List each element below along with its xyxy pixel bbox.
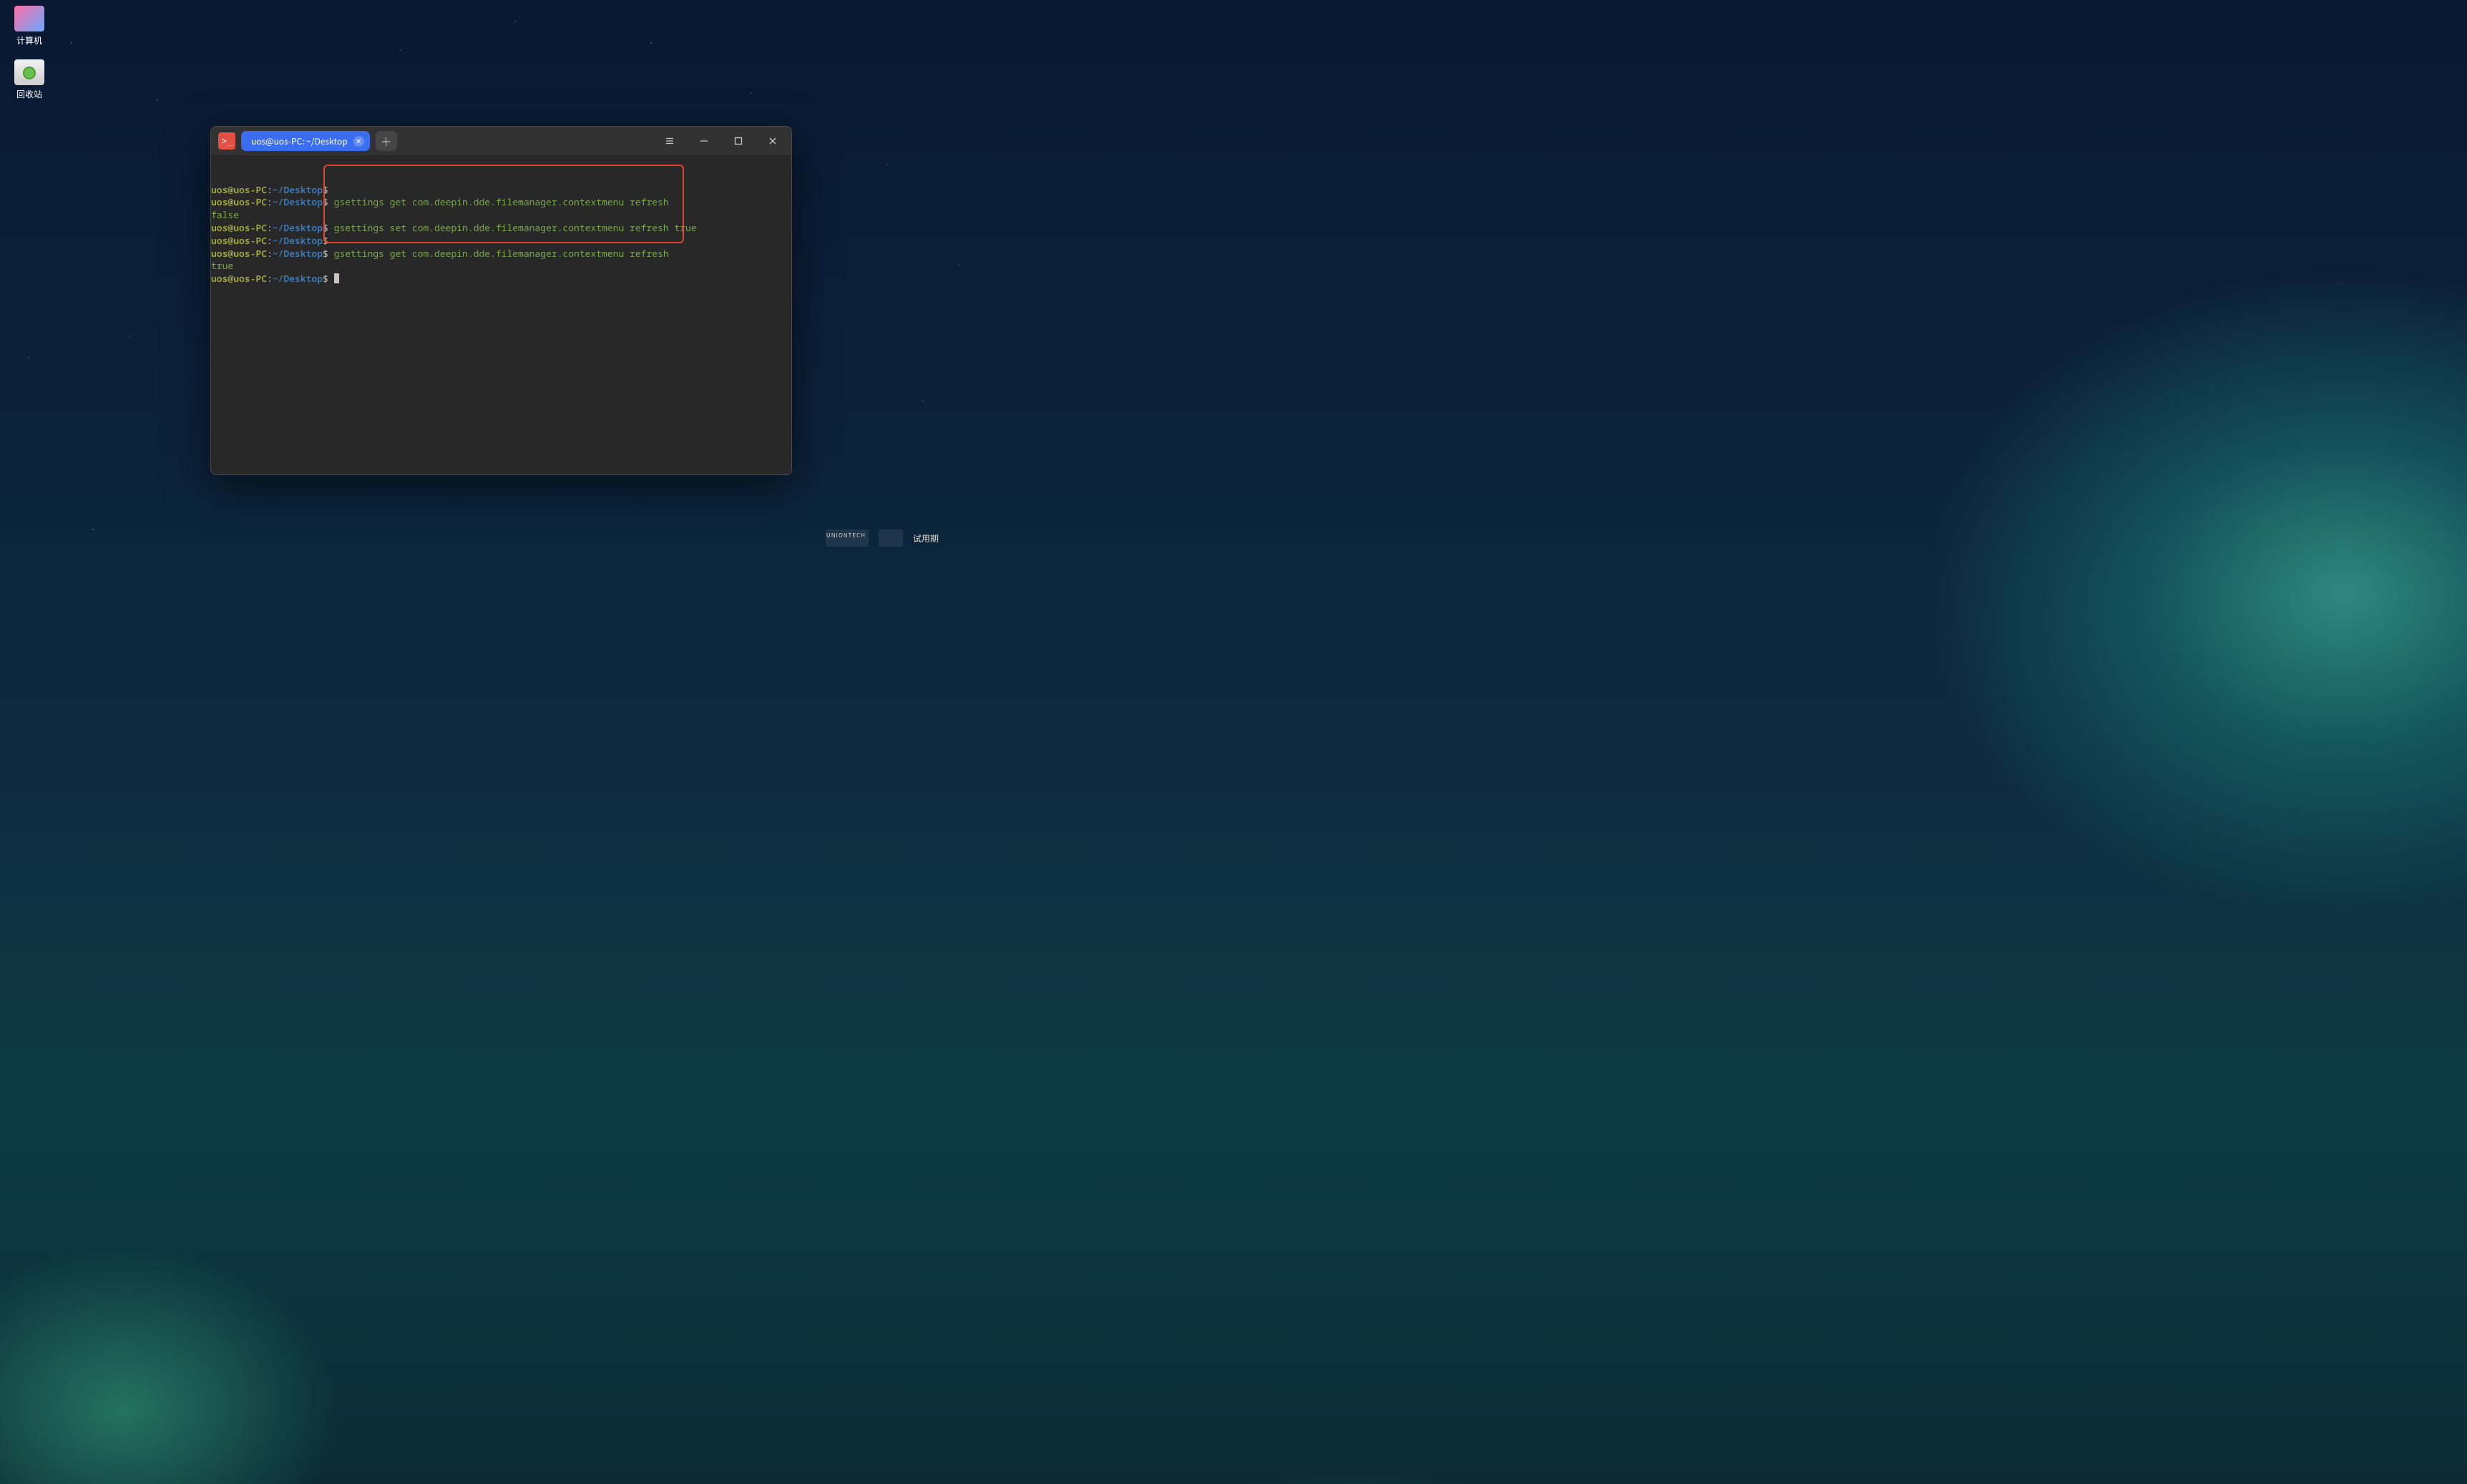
maximize-icon — [733, 136, 743, 146]
minimize-icon — [699, 136, 709, 146]
close-button[interactable] — [758, 127, 787, 155]
minimize-button[interactable] — [690, 127, 718, 155]
menu-button[interactable] — [655, 127, 684, 155]
terminal-app-icon: >_ — [218, 132, 235, 150]
titlebar[interactable]: >_ uos@uos-PC: ~/Desktop ✕ ＋ — [211, 127, 791, 155]
watermark-brand: UNIONTECH — [826, 532, 866, 540]
terminal-output: true — [211, 259, 233, 272]
watermark: UNIONTECH 试用期 — [826, 529, 939, 547]
terminal-command: gsettings set com.deepin.dde.filemanager… — [334, 221, 697, 234]
terminal-tab[interactable]: uos@uos-PC: ~/Desktop ✕ — [241, 131, 370, 151]
hamburger-icon — [665, 136, 675, 146]
terminal-line: uos@uos-PC:~/Desktop$ — [211, 273, 788, 285]
terminal-line: uos@uos-PC:~/Desktop$ gsettings get com.… — [211, 196, 788, 209]
watermark-logo-secondary — [879, 529, 903, 547]
desktop-icon-computer[interactable]: 计算机 — [10, 6, 49, 47]
trash-icon — [14, 59, 44, 85]
desktop-icon-trash[interactable]: 回收站 — [10, 59, 49, 100]
desktop-icons: 计算机 回收站 — [10, 6, 49, 100]
terminal-line: uos@uos-PC:~/Desktop$ gsettings get com.… — [211, 248, 788, 260]
close-icon — [768, 136, 778, 146]
computer-icon — [14, 6, 44, 31]
tab-title: uos@uos-PC: ~/Desktop — [251, 135, 348, 147]
terminal-command: gsettings get com.deepin.dde.filemanager… — [334, 247, 669, 260]
tab-close-button[interactable]: ✕ — [353, 136, 364, 147]
watermark-logo: UNIONTECH — [826, 529, 869, 547]
terminal-command: gsettings get com.deepin.dde.filemanager… — [334, 195, 669, 208]
terminal-cursor — [334, 273, 339, 283]
terminal-line: uos@uos-PC:~/Desktop$ — [211, 184, 788, 197]
terminal-line: true — [211, 260, 788, 273]
terminal-body[interactable]: uos@uos-PC:~/Desktop$ uos@uos-PC:~/Deskt… — [211, 155, 791, 474]
desktop-icon-label: 回收站 — [16, 88, 42, 100]
desktop-icon-label: 计算机 — [16, 34, 42, 47]
terminal-line: uos@uos-PC:~/Desktop$ — [211, 235, 788, 248]
maximize-button[interactable] — [724, 127, 753, 155]
terminal-line: false — [211, 209, 788, 222]
terminal-window: >_ uos@uos-PC: ~/Desktop ✕ ＋ uos@uos-PC:… — [210, 126, 792, 475]
terminal-output: false — [211, 208, 239, 221]
watermark-trial-label: 试用期 — [913, 532, 939, 545]
terminal-line: uos@uos-PC:~/Desktop$ gsettings set com.… — [211, 222, 788, 235]
new-tab-button[interactable]: ＋ — [376, 131, 397, 151]
